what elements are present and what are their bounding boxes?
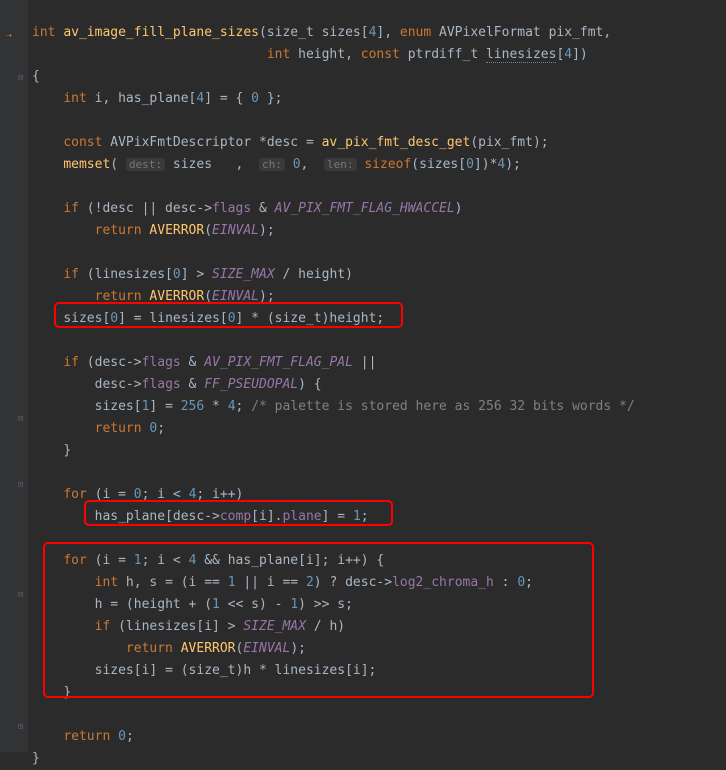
fold-icon[interactable]: ⊟ bbox=[18, 67, 23, 89]
code-line: int height, const ptrdiff_t linesizes[4]… bbox=[32, 44, 588, 66]
fold-icon[interactable]: ⊟ bbox=[18, 584, 23, 606]
code-line: return AVERROR(EINVAL); bbox=[32, 286, 275, 308]
code-line: return 0; bbox=[32, 726, 134, 748]
fold-icon[interactable]: ⊟ bbox=[18, 408, 23, 430]
code-line: if (desc->flags & AV_PIX_FMT_FLAG_PAL || bbox=[32, 352, 376, 374]
code-line: sizes[i] = (size_t)h * linesizes[i]; bbox=[32, 660, 376, 682]
override-icon: ⇢ bbox=[6, 25, 12, 47]
code-line: for (i = 1; i < 4 && has_plane[i]; i++) … bbox=[32, 550, 384, 572]
code-line: for (i = 0; i < 4; i++) bbox=[32, 484, 243, 506]
code-line: const AVPixFmtDescriptor *desc = av_pix_… bbox=[32, 132, 549, 154]
code-line: int i, has_plane[4] = { 0 }; bbox=[32, 88, 282, 110]
code-line: } bbox=[32, 682, 71, 704]
code-line: memset( dest: sizes , ch: 0, len: sizeof… bbox=[32, 154, 521, 176]
code-line: return AVERROR(EINVAL); bbox=[32, 220, 275, 242]
gutter: ⇢ ⊟ ⊟ ⊡ ⊟ ⊡ bbox=[0, 0, 28, 752]
code-line: return AVERROR(EINVAL); bbox=[32, 638, 306, 660]
code-line: if (!desc || desc->flags & AV_PIX_FMT_FL… bbox=[32, 198, 463, 220]
code-line: int h, s = (i == 1 || i == 2) ? desc->lo… bbox=[32, 572, 533, 594]
code-line: int av_image_fill_plane_sizes(size_t siz… bbox=[32, 22, 611, 44]
code-line: sizes[0] = linesizes[0] * (size_t)height… bbox=[32, 308, 384, 330]
code-line: { bbox=[32, 66, 40, 88]
fold-icon[interactable]: ⊡ bbox=[18, 716, 23, 738]
code-line: sizes[1] = 256 * 4; /* palette is stored… bbox=[32, 396, 635, 418]
fold-icon[interactable]: ⊡ bbox=[18, 474, 23, 496]
code-line: if (linesizes[i] > SIZE_MAX / h) bbox=[32, 616, 345, 638]
code-line: } bbox=[32, 748, 40, 770]
code-line: return 0; bbox=[32, 418, 165, 440]
code-line: } bbox=[32, 440, 71, 462]
code-line: desc->flags & FF_PSEUDOPAL) { bbox=[32, 374, 322, 396]
code-line: has_plane[desc->comp[i].plane] = 1; bbox=[32, 506, 369, 528]
code-line: if (linesizes[0] > SIZE_MAX / height) bbox=[32, 264, 353, 286]
code-line: h = (height + (1 << s) - 1) >> s; bbox=[32, 594, 353, 616]
